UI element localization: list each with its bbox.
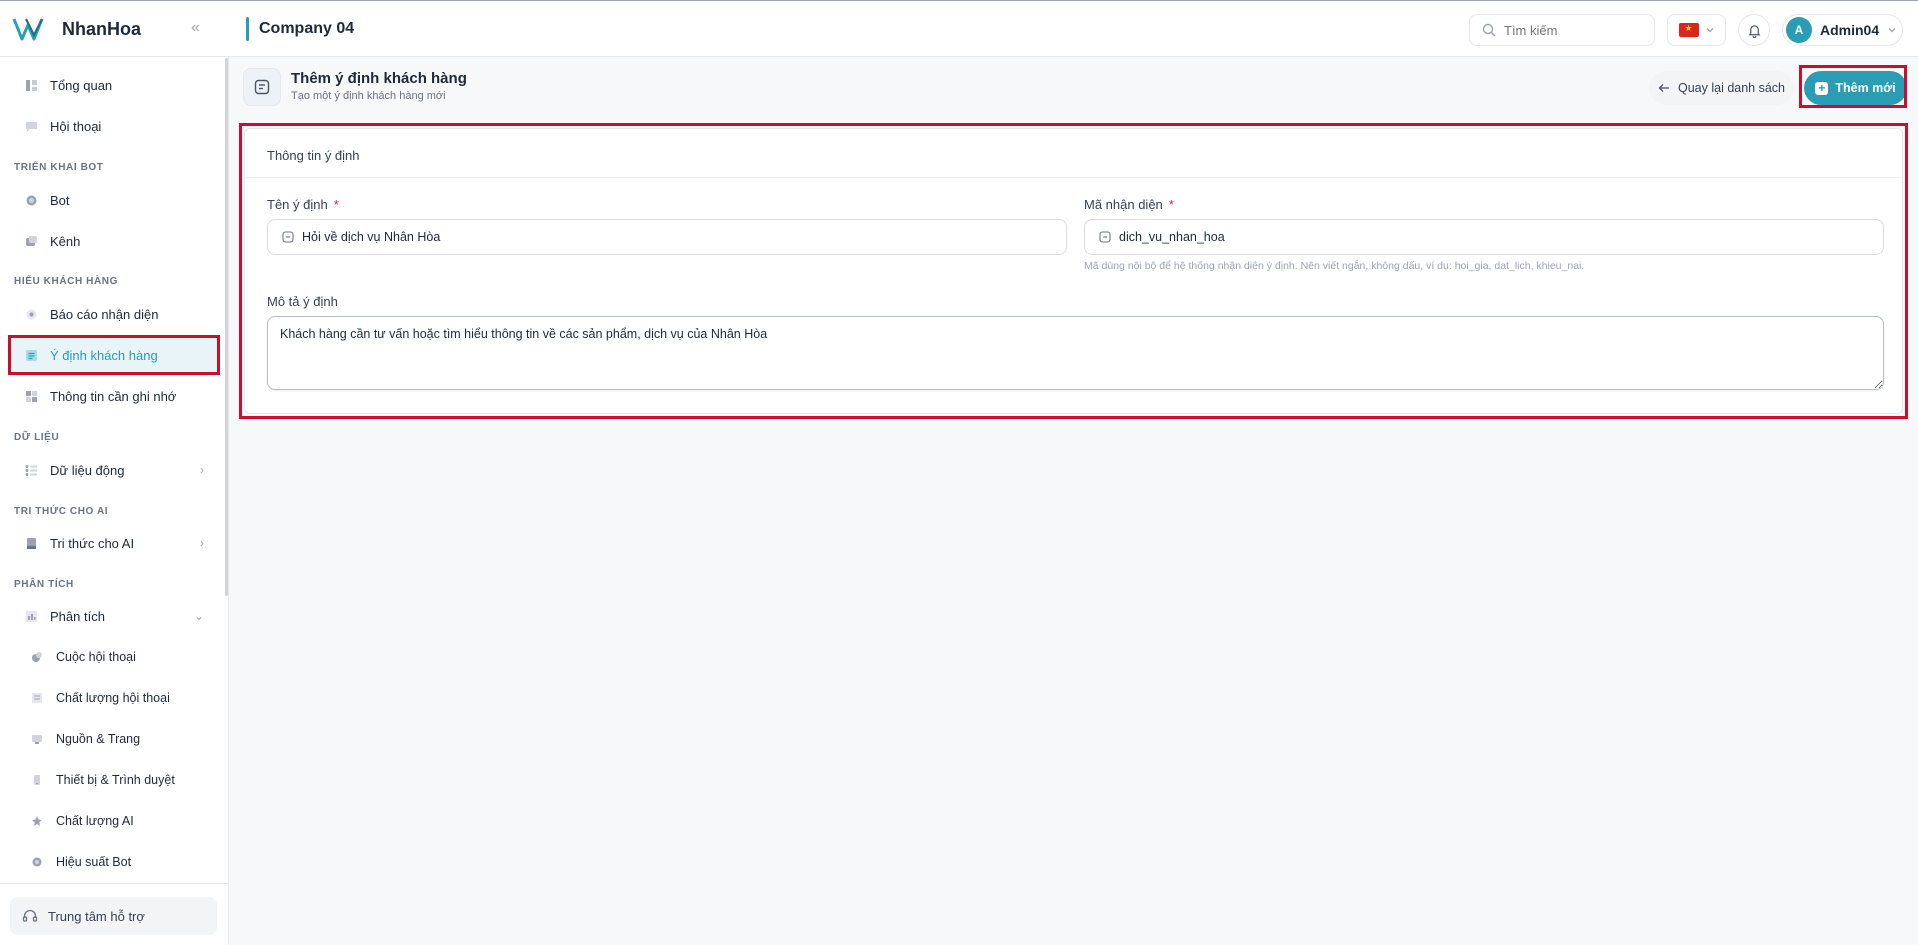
notification-button[interactable] (1738, 14, 1770, 46)
sidebar-item-label: Thông tin cần ghi nhớ (50, 388, 177, 404)
quality-icon (30, 691, 44, 705)
brand-name: NhanHoa (62, 18, 142, 39)
data-icon (24, 463, 38, 477)
page-subtitle: Tạo một ý định khách hàng mới (291, 90, 446, 102)
sidebar-scrollbar[interactable] (225, 58, 228, 596)
bell-icon (1748, 24, 1760, 38)
add-button-highlight-frame (1799, 65, 1907, 108)
search-input[interactable] (1504, 22, 1644, 38)
support-center-button[interactable]: Trung tâm hỗ trợ (10, 897, 217, 935)
form-highlight-frame (239, 123, 1908, 419)
sidebar-item-label: Chất lượng AI (56, 814, 134, 828)
support-label: Trung tâm hỗ trợ (48, 908, 145, 924)
sidebar-item-bot[interactable]: Bot (10, 182, 218, 218)
channel-icon (24, 234, 38, 248)
sidebar-highlight-frame (8, 335, 220, 375)
device-icon (30, 773, 44, 787)
company-switcher[interactable]: Company 04 (246, 17, 354, 41)
sidebar-item-label: Nguồn & Trang (56, 732, 141, 746)
collapse-sidebar-icon[interactable]: « (191, 19, 200, 37)
company-accent-bar (246, 17, 249, 41)
chevron-right-icon: › (200, 463, 204, 477)
knowledge-icon (24, 536, 38, 550)
sidebar-item-overview[interactable]: Tổng quan (10, 67, 218, 103)
sidebar-item-analysis[interactable]: Phân tích ⌄ (10, 598, 218, 634)
section-label-customer: HIỂU KHÁCH HÀNG (14, 276, 118, 287)
section-label-ai: TRI THỨC CHO AI (14, 506, 109, 517)
nhanhoa-logo-icon (12, 18, 44, 41)
sidebar-item-label: Hội thoại (50, 118, 102, 134)
user-name: Admin04 (1820, 22, 1880, 38)
ai-quality-icon (30, 814, 44, 828)
sidebar-item-dynamic-data[interactable]: Dữ liệu động › (10, 452, 218, 488)
conversation-icon (30, 650, 44, 664)
headset-icon (22, 909, 38, 922)
page-title: Thêm ý định khách hàng (291, 70, 467, 87)
chevron-right-icon: › (200, 536, 204, 550)
sidebar-item-label: Cuộc hội thoại (56, 650, 136, 664)
search-icon (1482, 23, 1496, 37)
sidebar-item-label: Thiết bị & Trình duyệt (56, 773, 175, 787)
language-selector[interactable] (1667, 14, 1726, 46)
source-icon (30, 732, 44, 746)
sidebar-subitem-conversation-quality[interactable]: Chất lượng hội thoại (18, 680, 218, 716)
sidebar-item-label: Chất lượng hội thoại (56, 691, 170, 705)
sidebar-item-label: Tổng quan (50, 77, 113, 93)
sidebar-item-recognition-report[interactable]: Báo cáo nhận diện (10, 296, 218, 332)
avatar: A (1786, 17, 1812, 43)
sidebar-item-memory-info[interactable]: Thông tin cần ghi nhớ (10, 378, 218, 414)
sidebar-item-ai-knowledge[interactable]: Tri thức cho AI › (10, 525, 218, 561)
sidebar-subitem-ai-quality[interactable]: Chất lượng AI (18, 803, 218, 839)
sidebar-subitem-source-page[interactable]: Nguồn & Trang (18, 721, 218, 757)
sidebar-item-channel[interactable]: Kênh (10, 223, 218, 259)
arrow-left-icon (1658, 84, 1669, 92)
analytics-icon (24, 609, 38, 623)
brand-logo[interactable]: NhanHoa (12, 15, 141, 43)
document-icon (254, 79, 270, 95)
sidebar-subitem-bot-performance[interactable]: Hiệu suất Bot (18, 844, 218, 880)
report-icon (24, 307, 38, 321)
sidebar-item-label: Bot (50, 192, 70, 208)
sidebar-item-label: Phân tích (50, 608, 105, 624)
top-bar: NhanHoa « Company 04 A Admin04 (0, 0, 1918, 57)
sidebar-divider (0, 883, 229, 884)
chevron-down-icon: ⌄ (193, 609, 204, 623)
sidebar-item-label: Dữ liệu động (50, 462, 125, 478)
performance-icon (30, 855, 44, 869)
section-label-data: DỮ LIỆU (14, 432, 60, 443)
sidebar-item-label: Báo cáo nhận diện (50, 306, 159, 322)
page-icon (243, 68, 281, 106)
user-menu[interactable]: A Admin04 (1782, 14, 1903, 46)
sidebar-item-label: Kênh (50, 233, 81, 249)
search-box[interactable] (1469, 14, 1655, 46)
page-header: Thêm ý định khách hàng Tạo một ý định kh… (229, 57, 1918, 117)
chevron-down-icon (1706, 28, 1713, 33)
dashboard-icon (24, 78, 38, 92)
company-name: Company 04 (259, 20, 355, 37)
section-label-bot: TRIỂN KHAI BOT (14, 162, 104, 173)
sidebar-item-label: Hiệu suất Bot (56, 855, 132, 869)
sidebar-subitem-device-browser[interactable]: Thiết bị & Trình duyệt (18, 762, 218, 798)
back-button-label: Quay lại danh sách (1677, 81, 1785, 95)
memory-icon (24, 389, 38, 403)
bot-icon (24, 193, 38, 207)
vietnam-flag-icon (1678, 23, 1699, 37)
sidebar-item-conversations[interactable]: Hội thoại (10, 108, 218, 144)
chevron-down-icon (1888, 28, 1896, 33)
sidebar-item-label: Tri thức cho AI (50, 535, 135, 551)
chat-icon (24, 119, 38, 133)
back-to-list-button[interactable]: Quay lại danh sách (1649, 71, 1794, 105)
section-label-analysis: PHÂN TÍCH (14, 579, 74, 590)
sidebar-subitem-conversation[interactable]: Cuộc hội thoại (18, 639, 218, 675)
